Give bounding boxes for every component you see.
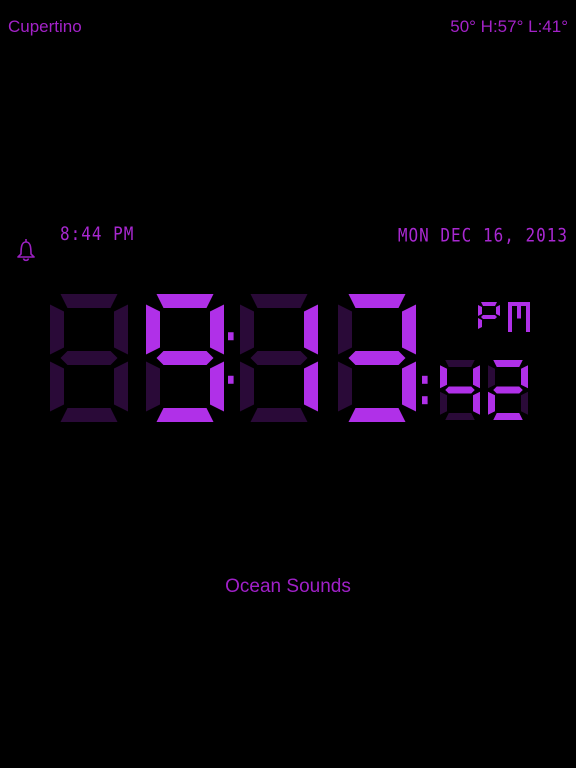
- clock-digit-2-segment-d: [156, 408, 214, 422]
- seconds-digit-2-segment-a: [493, 360, 523, 367]
- clock-digit-2-segment-e: [146, 361, 160, 412]
- seconds-digit-2-segment-d: [493, 413, 523, 420]
- weather-label[interactable]: 50° H:57° L:41°: [450, 17, 568, 37]
- clock-digit-4-segment-d: [348, 408, 406, 422]
- seconds-digit-2-segment-f: [488, 365, 495, 389]
- seconds-digit-2-segment-b: [521, 365, 528, 389]
- seconds-colon-dot-2: [422, 396, 428, 405]
- period-letter-p-segment-e: [478, 318, 482, 329]
- period-letter-m-stroke-2: [526, 302, 530, 332]
- clock-digit-1-segment-c: [114, 361, 128, 412]
- period-letter-p-segment-g: [481, 315, 497, 319]
- seconds-digit-1-segment-c: [473, 391, 480, 415]
- period-letter-m-stroke-4: [517, 306, 521, 319]
- clock-digit-3-segment-a: [250, 294, 308, 308]
- period-letter-p-segment-a: [481, 302, 497, 306]
- seconds-digit-1-segment-a: [445, 360, 475, 367]
- period-letter-m: [508, 302, 530, 332]
- clock-digit-1-segment-f: [50, 304, 64, 355]
- seconds-colon: [422, 375, 428, 405]
- clock-digit-1-segment-d: [60, 408, 118, 422]
- bell-icon[interactable]: [12, 236, 40, 264]
- clock-digit-4-segment-e: [338, 361, 352, 412]
- clock-colon: [228, 332, 234, 384]
- date-display: MON DEC 16, 2013: [397, 224, 568, 246]
- clock-digit-2: [146, 294, 224, 422]
- seconds-colon-dot-1: [422, 375, 428, 384]
- seconds-digit-1-segment-b: [473, 365, 480, 389]
- seconds-digit-1-segment-e: [440, 391, 447, 415]
- digital-clock: PM 42: [0, 280, 576, 430]
- clock-digit-4-segment-a: [348, 294, 406, 308]
- clock-digit-2-segment-c: [210, 361, 224, 412]
- period-letter-p-segment-b: [496, 305, 500, 316]
- clock-digit-2-segment-b: [210, 304, 224, 355]
- clock-digit-3-segment-f: [240, 304, 254, 355]
- period-letter-m-stroke-3: [512, 302, 526, 306]
- clock-face: [50, 294, 530, 422]
- alarm-time[interactable]: 8:44 PM: [60, 223, 134, 245]
- clock-digit-3-segment-b: [304, 304, 318, 355]
- clock-digit-1-segment-b: [114, 304, 128, 355]
- clock-digit-4-segment-c: [402, 361, 416, 412]
- seconds-digit-1-segment-f: [440, 365, 447, 389]
- clock-digit-3-segment-c: [304, 361, 318, 412]
- seconds-digit-2-segment-g: [493, 386, 523, 394]
- clock-digit-3-segment-g: [250, 351, 308, 365]
- clock-digit-4-segment-g: [348, 351, 406, 365]
- clock-digit-1-segment-e: [50, 361, 64, 412]
- clock-digit-3: [240, 294, 318, 422]
- seconds-digit-2-segment-e: [488, 391, 495, 415]
- clock-digit-4: [338, 294, 416, 422]
- clock-digit-4-segment-f: [338, 304, 352, 355]
- seconds-digit-1-segment-d: [445, 413, 475, 420]
- location-label[interactable]: Cupertino: [8, 17, 82, 37]
- clock-digit-2-segment-a: [156, 294, 214, 308]
- clock-digit-1-segment-g: [60, 351, 118, 365]
- period-letter-m-stroke-1: [508, 302, 512, 332]
- clock-digit-2-segment-g: [156, 351, 214, 365]
- header-bar: Cupertino 50° H:57° L:41°: [8, 17, 568, 39]
- clock-digit-3-segment-d: [250, 408, 308, 422]
- seconds-digit-2: [488, 360, 528, 420]
- clock-colon-dot-1: [228, 332, 234, 341]
- ocean-sounds-button[interactable]: Ocean Sounds: [0, 576, 576, 598]
- clock-digit-4-segment-b: [402, 304, 416, 355]
- seconds-digit-1: [440, 360, 480, 420]
- seconds-digit-2-segment-c: [521, 391, 528, 415]
- clock-digit-2-segment-f: [146, 304, 160, 355]
- clock-digit-1-segment-a: [60, 294, 118, 308]
- period-letter-p-segment-f: [478, 305, 482, 316]
- clock-digit-3-segment-e: [240, 361, 254, 412]
- period-letter-p: [478, 302, 500, 329]
- clock-colon-dot-2: [228, 375, 234, 384]
- clock-digit-1: [50, 294, 128, 422]
- seconds-digit-1-segment-g: [445, 386, 475, 394]
